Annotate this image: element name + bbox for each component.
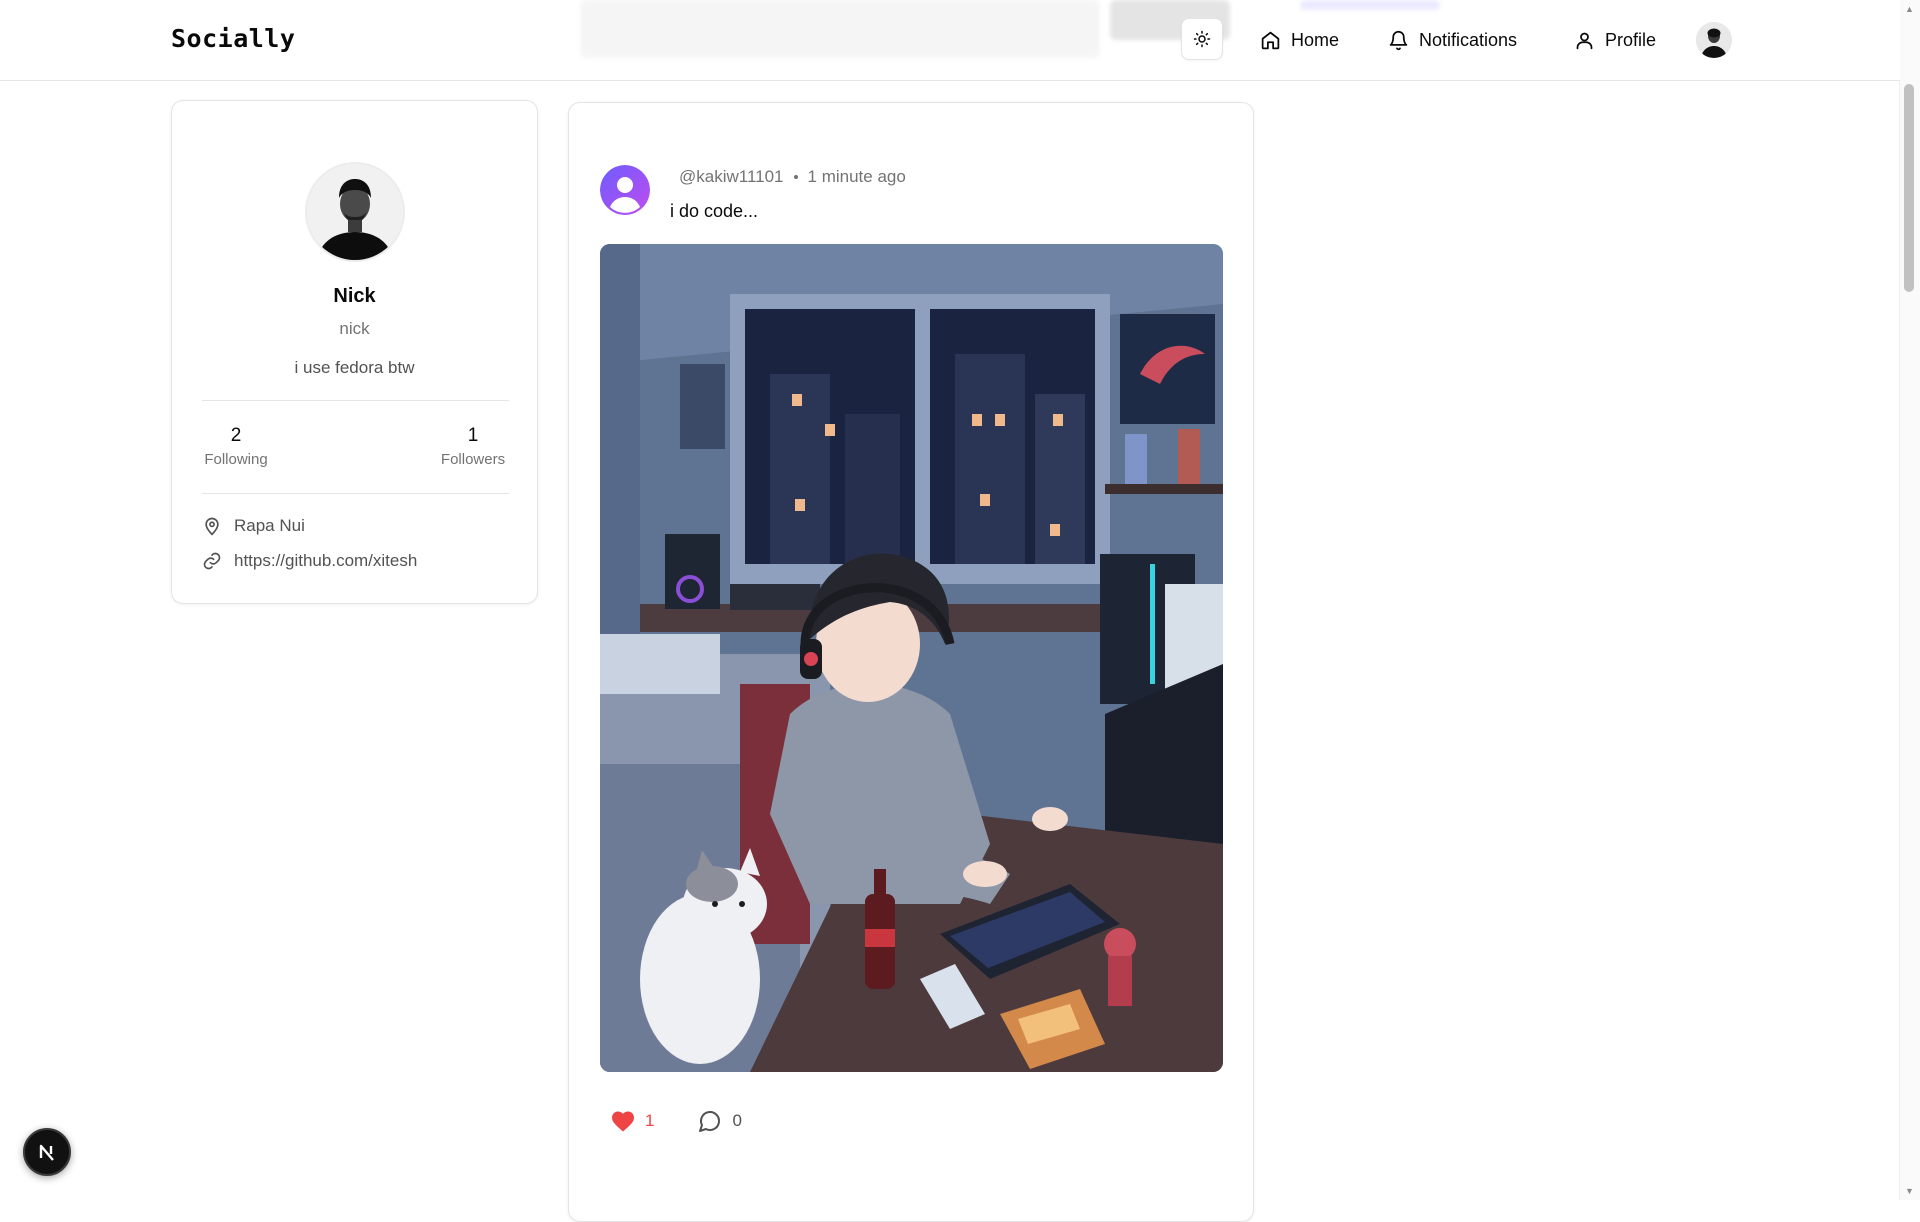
default-avatar-icon: [600, 165, 650, 215]
separator-dot: [793, 175, 798, 179]
next-logo-icon: N: [36, 1141, 54, 1161]
profile-website[interactable]: https://github.com/xitesh: [202, 551, 417, 571]
profile-username: nick: [339, 319, 370, 338]
map-pin-icon: [205, 517, 219, 536]
comment-button[interactable]: 0: [698, 1109, 742, 1133]
user-icon: [1576, 32, 1593, 49]
avatar: [1696, 22, 1732, 58]
following-label: Following: [204, 451, 268, 468]
sun-icon: [1193, 30, 1211, 48]
background-ghost: [580, 0, 1100, 58]
theme-toggle-button[interactable]: [1181, 18, 1223, 60]
nextjs-dev-indicator[interactable]: N: [23, 1128, 71, 1176]
post-image[interactable]: [600, 244, 1223, 1072]
profile-location: Rapa Nui: [202, 516, 305, 536]
website-link[interactable]: https://github.com/xitesh: [234, 551, 417, 571]
page-scrollbar[interactable]: ▲ ▼: [1899, 0, 1920, 1200]
profile-card: Nick nick i use fedora btw 2 Following 1…: [171, 100, 538, 604]
brand-logo[interactable]: Socially: [171, 24, 295, 53]
badge-label: N: [36, 1141, 37, 1142]
nav-notifications-label: Notifications: [1419, 29, 1518, 50]
followers-count: 1: [467, 425, 479, 446]
post-meta: @kakiw11101 1 minute ago: [679, 167, 906, 187]
nav-home-label: Home: [1291, 29, 1340, 50]
post-card: @kakiw11101 1 minute ago i do code... 1 …: [568, 102, 1254, 1222]
nav-profile[interactable]: Profile: [1574, 24, 1656, 56]
profile-name[interactable]: Nick: [172, 285, 537, 308]
post-content: i do code...: [670, 201, 759, 221]
like-count: 1: [645, 1111, 655, 1130]
background-ghost: [1300, 0, 1440, 10]
following-stat: 2 Following: [202, 425, 270, 468]
link-icon: [203, 552, 221, 570]
like-button[interactable]: 1: [611, 1110, 654, 1132]
post-timestamp: 1 minute ago: [807, 167, 906, 186]
scroll-up-arrow-icon[interactable]: ▲: [1905, 4, 1914, 14]
post-author-avatar[interactable]: [600, 165, 650, 215]
divider: [202, 493, 509, 494]
top-navbar: Socially Home Notifications Profile: [0, 0, 1900, 81]
profile-avatar[interactable]: [305, 162, 405, 262]
scrollbar-thumb[interactable]: [1904, 84, 1914, 292]
location-text: Rapa Nui: [234, 516, 305, 535]
nav-home[interactable]: Home: [1260, 24, 1339, 56]
post-author-handle[interactable]: @kakiw11101: [679, 167, 784, 187]
nav-notifications[interactable]: Notifications: [1388, 24, 1517, 56]
nav-profile-label: Profile: [1605, 29, 1657, 50]
home-icon: [1261, 31, 1280, 49]
profile-bio: i use fedora btw: [294, 358, 415, 377]
avatar-image: [307, 164, 403, 260]
scroll-down-arrow-icon[interactable]: ▼: [1905, 1186, 1914, 1196]
message-circle-icon: [699, 1111, 721, 1132]
comment-count: 0: [732, 1111, 742, 1130]
heart-filled-icon: [612, 1111, 634, 1132]
pixel-art-illustration: [600, 244, 1223, 1072]
post-actions: 1 0: [611, 1109, 742, 1133]
following-count: 2: [230, 425, 242, 446]
followers-stat: 1 Followers: [437, 425, 509, 468]
followers-label: Followers: [440, 451, 506, 468]
divider: [202, 400, 509, 401]
bell-icon: [1389, 30, 1408, 50]
user-avatar-button[interactable]: [1696, 22, 1732, 58]
